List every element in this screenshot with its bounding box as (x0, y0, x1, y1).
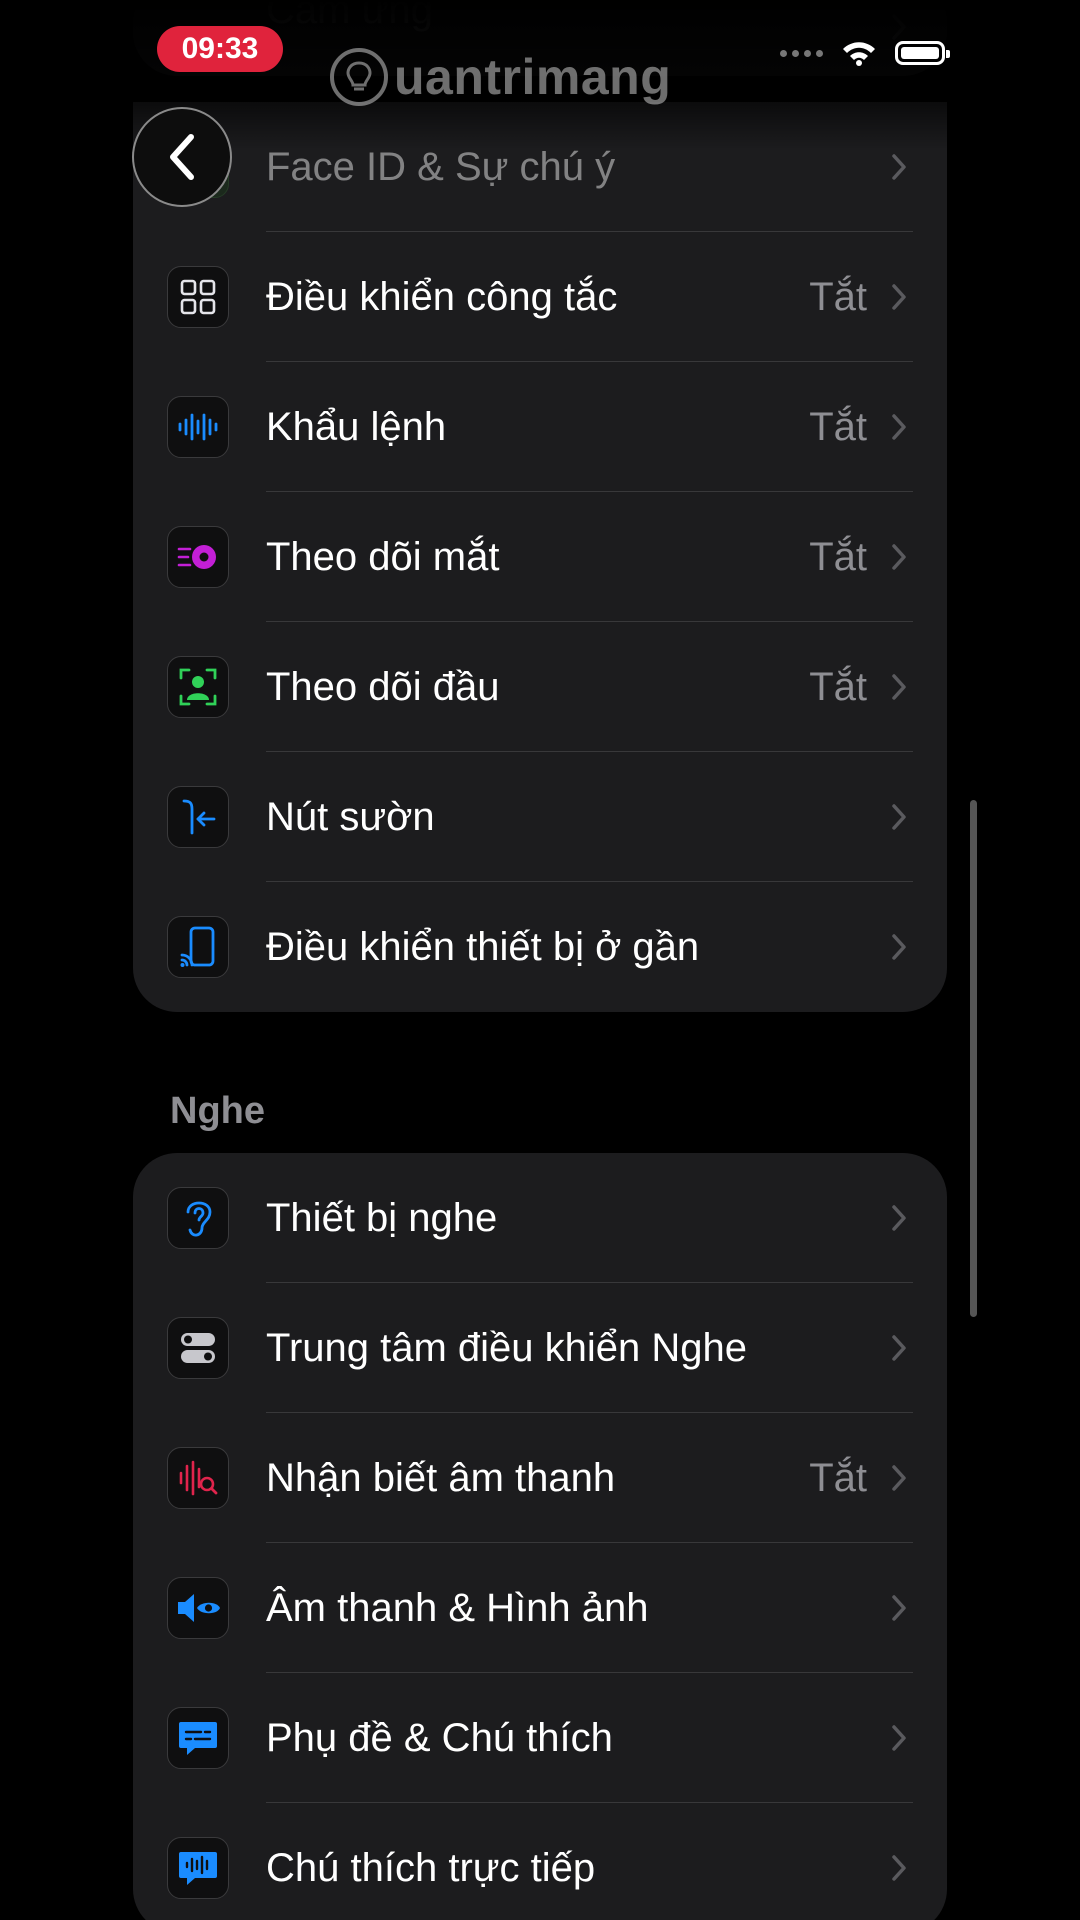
watermark-text: uantrimang (394, 49, 672, 105)
chevron-right-icon (892, 674, 906, 700)
side-button-label: Nút sườn (266, 794, 435, 839)
voice-control-value: Tắt (809, 404, 867, 449)
nearby-device-icon (167, 916, 229, 978)
live-captions-icon (167, 1837, 229, 1899)
cellular-signal-icon (780, 49, 823, 57)
touch-label: Cảm ứng (266, 0, 433, 32)
voice-control-label: Khẩu lệnh (266, 404, 447, 449)
sound-recognition-row[interactable]: Nhận biết âm thanh Tắt (133, 1413, 947, 1543)
hearing-control-center-label: Trung tâm điều khiển Nghe (266, 1325, 748, 1370)
physical-motor-group: Face ID & Sự chú ý Điều khiển công tắc T… (133, 102, 947, 1012)
chevron-right-icon (892, 1335, 906, 1361)
chevron-right-icon (892, 14, 906, 40)
nearby-device-row[interactable]: Điều khiển thiết bị ở gần (133, 882, 947, 1012)
hearing-devices-label: Thiết bị nghe (266, 1195, 498, 1240)
status-time: 09:33 (157, 26, 283, 72)
watermark-logo: uantrimang (330, 48, 671, 106)
switch-control-row[interactable]: Điều khiển công tắc Tắt (133, 232, 947, 362)
switch-control-label: Điều khiển công tắc (266, 274, 618, 319)
head-tracking-value: Tắt (809, 664, 867, 709)
subtitles-icon (167, 1707, 229, 1769)
chevron-right-icon (892, 414, 906, 440)
status-indicators (780, 40, 950, 66)
side-button-row[interactable]: Nút sườn (133, 752, 947, 882)
hearing-control-center-row[interactable]: Trung tâm điều khiển Nghe (133, 1283, 947, 1413)
hearing-section-header: Nghe (170, 1090, 265, 1132)
nearby-device-label: Điều khiển thiết bị ở gần (266, 924, 700, 969)
chevron-right-icon (892, 934, 906, 960)
sound-recognition-value: Tắt (809, 1455, 867, 1500)
chevron-left-icon (170, 134, 194, 180)
sound-recognition-icon (167, 1447, 229, 1509)
switch-control-value: Tắt (809, 274, 867, 319)
chevron-right-icon (892, 804, 906, 830)
chevron-right-icon (892, 284, 906, 310)
voice-control-icon (167, 396, 229, 458)
sound-recognition-label: Nhận biết âm thanh (266, 1455, 616, 1500)
eye-tracking-icon (167, 526, 229, 588)
switch-control-icon (167, 266, 229, 328)
chevron-right-icon (892, 1595, 906, 1621)
eye-tracking-row[interactable]: Theo dõi mắt Tắt (133, 492, 947, 622)
battery-icon (895, 41, 950, 65)
face-id-label: Face ID & Sự chú ý (266, 144, 616, 189)
audio-visual-label: Âm thanh & Hình ảnh (266, 1585, 649, 1630)
side-button-icon (167, 786, 229, 848)
accessibility-settings-screen: Cảm ứng Face ID & Sự chú ý Điều khiển cô… (0, 0, 1080, 1920)
live-captions-label: Chú thích trực tiếp (266, 1845, 596, 1890)
head-tracking-icon (167, 656, 229, 718)
chevron-right-icon (892, 1465, 906, 1491)
chevron-right-icon (892, 544, 906, 570)
subtitles-captions-label: Phụ đề & Chú thích (266, 1715, 613, 1760)
chevron-right-icon (892, 1725, 906, 1751)
toggle-icon (167, 1317, 229, 1379)
voice-control-row[interactable]: Khẩu lệnh Tắt (133, 362, 947, 492)
hearing-group: Thiết bị nghe Trung tâm điều khiển Nghe … (133, 1153, 947, 1920)
eye-tracking-label: Theo dõi mắt (266, 534, 500, 579)
chevron-right-icon (892, 1855, 906, 1881)
ear-icon (167, 1187, 229, 1249)
face-id-row[interactable]: Face ID & Sự chú ý (133, 102, 947, 232)
subtitles-captions-row[interactable]: Phụ đề & Chú thích (133, 1673, 947, 1803)
lightbulb-icon (330, 48, 388, 106)
chevron-right-icon (892, 154, 906, 180)
back-button[interactable] (132, 107, 232, 207)
audio-visual-icon (167, 1577, 229, 1639)
head-tracking-label: Theo dõi đầu (266, 664, 500, 709)
hearing-devices-row[interactable]: Thiết bị nghe (133, 1153, 947, 1283)
chevron-right-icon (892, 1205, 906, 1231)
wifi-icon (843, 42, 875, 66)
eye-tracking-value: Tắt (809, 534, 867, 579)
head-tracking-row[interactable]: Theo dõi đầu Tắt (133, 622, 947, 752)
audio-visual-row[interactable]: Âm thanh & Hình ảnh (133, 1543, 947, 1673)
scrollbar[interactable] (970, 800, 977, 1317)
live-captions-row[interactable]: Chú thích trực tiếp (133, 1803, 947, 1920)
